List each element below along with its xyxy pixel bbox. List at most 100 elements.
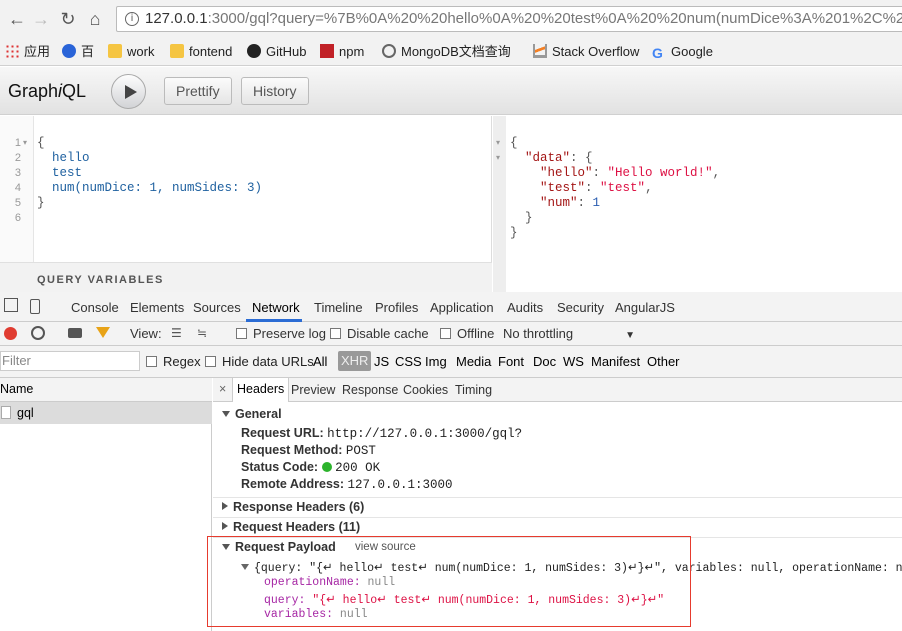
tab-timeline[interactable]: Timeline [314, 300, 363, 315]
large-rows-icon[interactable]: ☰ [171, 326, 182, 340]
regex-checkbox[interactable]: Regex [146, 354, 201, 369]
disable-cache-checkbox[interactable]: Disable cache [330, 326, 429, 341]
tab-application[interactable]: Application [430, 300, 494, 315]
clear-icon[interactable] [31, 326, 45, 340]
collapsed-triangle-icon [222, 502, 228, 510]
status-code-row: Status Code: 200 OK [241, 460, 381, 475]
name-column-header[interactable]: Name [0, 378, 212, 402]
type-filter-img[interactable]: Img [425, 354, 447, 369]
divider [213, 517, 902, 518]
remote-address-row: Remote Address: 127.0.0.1:3000 [241, 477, 453, 492]
info-icon[interactable]: i [125, 12, 139, 27]
close-details-icon[interactable]: × [219, 382, 226, 396]
type-filter-font[interactable]: Font [498, 354, 524, 369]
device-toolbar-icon[interactable] [30, 299, 40, 314]
execute-query-button[interactable] [111, 74, 146, 109]
bookmark-work[interactable]: work [108, 44, 154, 60]
bookmark-google[interactable]: G Google [652, 44, 713, 60]
tab-network[interactable]: Network [252, 300, 300, 315]
tab-preview[interactable]: Preview [291, 383, 335, 397]
filter-input[interactable]: Filter [0, 351, 140, 371]
graphiql-toolbar: GraphiQL Prettify History [0, 67, 902, 115]
history-button[interactable]: History [241, 77, 309, 105]
fold-icon[interactable]: ▾ [496, 153, 500, 162]
document-icon [1, 406, 11, 419]
network-toolbar: View: ☰ ≒ Preserve log Disable cache Off… [0, 322, 902, 346]
request-row[interactable]: gql [0, 402, 212, 424]
page-icon [382, 44, 396, 58]
tab-timing[interactable]: Timing [455, 383, 492, 397]
request-list: Name gql [0, 378, 212, 631]
type-filter-all[interactable]: All [313, 354, 327, 369]
graphiql-title: GraphiQL [8, 81, 87, 101]
bookmark-stackoverflow[interactable]: Stack Overflow [533, 44, 639, 60]
query-line: num(numDice: 1, numSides: 3) [37, 181, 263, 195]
url-path: :3000/gql?query=%7B%0A%20%20hello%0A%20%… [207, 10, 902, 27]
result-line-data: "data": { [525, 151, 593, 165]
response-headers-toggle[interactable]: Response Headers (6) [222, 500, 364, 514]
type-filter-css[interactable]: CSS [395, 354, 422, 369]
result-line-test: "test": "test", [540, 181, 653, 195]
throttling-select[interactable]: No throttling ▼ [503, 326, 635, 341]
bookmark-mongodb[interactable]: MongoDB文档查询 [382, 44, 511, 60]
overview-icon[interactable]: ≒ [197, 326, 207, 340]
type-filter-xhr[interactable]: XHR [338, 351, 372, 371]
collapsed-triangle-icon [222, 522, 228, 530]
tab-security[interactable]: Security [557, 300, 604, 315]
bookmark-npm[interactable]: npm [320, 44, 364, 60]
capture-screenshots-icon[interactable] [68, 328, 82, 338]
devtools-tabbar: Console Elements Sources Network Timelin… [0, 292, 902, 322]
prettify-button[interactable]: Prettify [164, 77, 232, 105]
tab-headers[interactable]: Headers [232, 378, 290, 402]
bookmark-fontend[interactable]: fontend [170, 44, 232, 60]
result-brace: { [510, 136, 518, 150]
hide-data-urls-checkbox[interactable]: Hide data URLs [205, 354, 314, 369]
status-ok-icon [321, 462, 332, 472]
record-icon[interactable] [4, 327, 17, 340]
tab-response[interactable]: Response [342, 383, 398, 397]
request-method-row: Request Method: POST [241, 443, 376, 458]
tab-audits[interactable]: Audits [507, 300, 543, 315]
divider [213, 497, 902, 498]
type-filter-manifest[interactable]: Manifest [591, 354, 640, 369]
type-filter-ws[interactable]: WS [563, 354, 584, 369]
result-gutter: ▾ ▾ [493, 116, 506, 292]
inspect-element-icon[interactable] [4, 298, 18, 312]
type-filter-other[interactable]: Other [647, 354, 680, 369]
query-variables-bar[interactable]: QUERY VARIABLES [0, 262, 492, 292]
tab-angularjs[interactable]: AngularJS [615, 300, 675, 315]
request-headers-toggle[interactable]: Request Headers (11) [222, 520, 360, 534]
baidu-paw-icon [62, 44, 76, 58]
bookmark-github[interactable]: GitHub [247, 44, 306, 60]
preserve-log-checkbox[interactable]: Preserve log [236, 326, 326, 341]
forward-icon[interactable]: → [30, 8, 52, 30]
type-filter-media[interactable]: Media [456, 354, 491, 369]
back-icon[interactable]: ← [6, 8, 28, 30]
stackoverflow-icon [533, 44, 547, 58]
general-section-toggle[interactable]: General [222, 407, 282, 421]
offline-checkbox[interactable]: Offline [440, 326, 494, 341]
bookmark-apps[interactable]: 应用 [5, 44, 50, 60]
folder-icon [170, 44, 184, 58]
url-bar[interactable]: i 127.0.0.1:3000/gql?query=%7B%0A%20%20he… [116, 6, 902, 32]
query-line: hello [37, 151, 90, 165]
query-line: { [37, 136, 45, 150]
query-editor[interactable]: 1 ▾ 2 3 4 5 6 { hello test num(numDice: 1… [0, 116, 492, 292]
tab-elements[interactable]: Elements [130, 300, 184, 315]
browser-toolbar: ← → ↻ ⌂ i 127.0.0.1:3000/gql?query=%7B%0A… [0, 0, 902, 38]
tab-profiles[interactable]: Profiles [375, 300, 418, 315]
filter-icon[interactable] [96, 327, 110, 338]
tab-console[interactable]: Console [71, 300, 119, 315]
query-variables-label: QUERY VARIABLES [37, 274, 164, 286]
tab-cookies[interactable]: Cookies [403, 383, 448, 397]
query-line: test [37, 166, 83, 180]
type-filter-js[interactable]: JS [374, 354, 389, 369]
fold-icon[interactable]: ▾ [23, 138, 27, 147]
fold-icon[interactable]: ▾ [496, 138, 500, 147]
reload-icon[interactable]: ↻ [57, 8, 79, 30]
home-icon[interactable]: ⌂ [84, 8, 106, 30]
bookmark-baidu[interactable]: 百 [62, 44, 94, 60]
type-filter-doc[interactable]: Doc [533, 354, 556, 369]
tab-sources[interactable]: Sources [193, 300, 241, 315]
line-number-gutter: 1 ▾ 2 3 4 5 6 [0, 116, 34, 262]
